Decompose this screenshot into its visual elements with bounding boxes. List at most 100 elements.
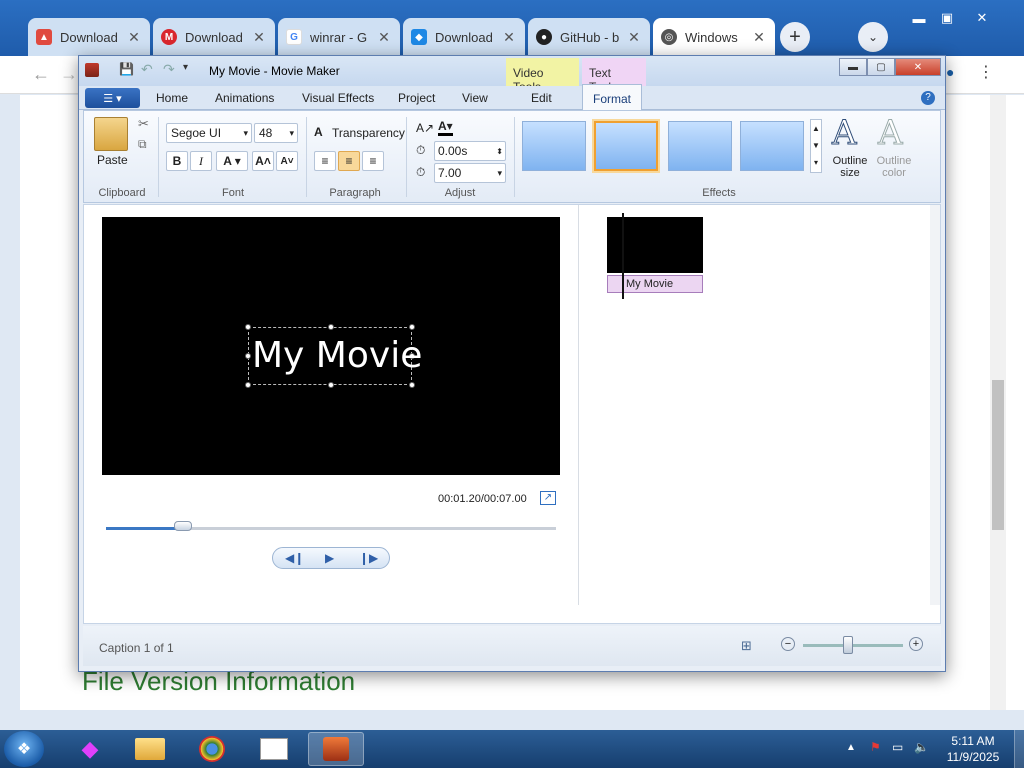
task-list-icon[interactable] (246, 732, 302, 766)
start-time-input[interactable]: 0.00s ⬍ (434, 141, 506, 161)
font-size-select[interactable]: 48 ▾ (254, 123, 298, 143)
previous-frame-icon[interactable]: ◀❙ (285, 551, 304, 565)
duration-select[interactable]: 7.00 ▾ (434, 163, 506, 183)
close-icon[interactable]: ✕ (126, 29, 142, 46)
font-family-select[interactable]: Segoe UI ▾ (166, 123, 252, 143)
chrome-tab-4[interactable]: ◆ Download ✕ (403, 18, 525, 56)
security-flag-icon[interactable]: ⚑ (870, 740, 881, 754)
fullscreen-icon[interactable]: ↗ (540, 491, 556, 505)
chrome-tab-2[interactable]: M Download ✕ (153, 18, 275, 56)
save-icon[interactable]: 💾 (119, 62, 134, 76)
paste-icon[interactable] (94, 117, 128, 151)
preview-monitor[interactable]: My Movie (102, 217, 560, 475)
text-effect-icon[interactable]: A↗ (416, 121, 434, 135)
tab-home[interactable]: Home (156, 91, 188, 105)
outline-size-button[interactable]: Outline size (828, 155, 872, 179)
font-color-button[interactable]: A ▾ (216, 151, 248, 171)
redo-icon[interactable]: ↷ (163, 61, 175, 78)
quick-access-dropdown-icon[interactable]: ▾ (183, 62, 188, 73)
shrink-font-button[interactable]: A˅ (276, 151, 298, 171)
help-icon[interactable]: ? (921, 91, 935, 105)
minimize-button[interactable]: ▬ (906, 8, 932, 28)
maximize-button[interactable]: ▢ (867, 58, 895, 76)
close-icon[interactable]: ✕ (626, 29, 642, 46)
resize-handle[interactable] (245, 353, 251, 359)
zoom-out-icon[interactable]: − (781, 637, 795, 651)
show-desktop-button[interactable] (1014, 730, 1024, 768)
tab-search-button[interactable]: ⌄ (858, 22, 888, 52)
effect-thumbnail-1[interactable] (522, 121, 586, 171)
copy-icon[interactable]: ⧉ (138, 137, 147, 152)
align-left-button[interactable]: ≡ (314, 151, 336, 171)
bold-button[interactable]: B (166, 151, 188, 171)
start-orb[interactable]: ❖ (4, 731, 44, 767)
caption-text[interactable]: My Movie (252, 335, 422, 376)
tab-edit[interactable]: Edit (531, 91, 552, 105)
resize-handle[interactable] (328, 382, 334, 388)
movie-maker-icon[interactable] (308, 732, 364, 766)
close-icon[interactable]: ✕ (376, 29, 392, 46)
cat-app-icon[interactable]: ◆ (62, 732, 118, 766)
close-button[interactable]: ✕ (962, 8, 1002, 28)
tab-animations[interactable]: Animations (215, 91, 274, 105)
zoom-slider-track[interactable] (803, 644, 903, 647)
chrome-tab-3[interactable]: G winrar - G ✕ (278, 18, 400, 56)
zoom-in-icon[interactable]: + (909, 637, 923, 651)
seek-thumb[interactable] (174, 521, 192, 531)
close-icon[interactable]: ✕ (501, 29, 517, 46)
resize-handle[interactable] (245, 382, 251, 388)
storyboard-scrollbar[interactable] (930, 205, 940, 605)
align-center-button[interactable]: ≡ (338, 151, 360, 171)
storyboard-playhead[interactable] (622, 213, 624, 299)
network-icon[interactable]: ▭ (892, 740, 903, 754)
profile-icon[interactable]: ● (946, 64, 954, 80)
chrome-tab-5[interactable]: ● GitHub - b ✕ (528, 18, 650, 56)
chrome-icon[interactable] (184, 732, 240, 766)
paste-button-label[interactable]: Paste (97, 153, 128, 167)
resize-handle[interactable] (409, 382, 415, 388)
transparency-button[interactable]: Transparency (332, 126, 405, 140)
zoom-slider-thumb[interactable] (843, 636, 853, 654)
minimize-button[interactable]: ▬ (839, 58, 867, 76)
play-icon[interactable]: ▶ (325, 551, 334, 565)
thumbnail-size-icon[interactable]: ⊞ (741, 638, 752, 654)
resize-handle[interactable] (245, 324, 251, 330)
volume-icon[interactable]: 🔈 (914, 740, 929, 754)
next-frame-icon[interactable]: ❙▶ (359, 551, 378, 565)
tab-visual-effects[interactable]: Visual Effects (302, 91, 374, 105)
back-icon[interactable]: ← (32, 64, 50, 85)
close-icon[interactable]: ✕ (751, 29, 767, 46)
chrome-tab-6[interactable]: ◎ Windows ✕ (653, 18, 775, 56)
effect-thumbnail-4[interactable] (740, 121, 804, 171)
resize-handle[interactable] (409, 324, 415, 330)
tab-view[interactable]: View (462, 91, 488, 105)
transparency-icon[interactable]: A (314, 125, 323, 139)
show-hidden-icons-icon[interactable]: ▲ (846, 742, 856, 753)
effects-gallery-scroll[interactable]: ▲ ▼ ▾ (810, 119, 822, 173)
chrome-menu-icon[interactable]: ⋮ (978, 62, 994, 82)
file-explorer-icon[interactable] (122, 732, 178, 766)
spinner-icon[interactable]: ⬍ (496, 147, 505, 156)
chrome-tab-1[interactable]: ▲ Download ✕ (28, 18, 150, 56)
undo-icon[interactable]: ↶ (141, 61, 153, 78)
background-color-icon[interactable]: A▾ (438, 119, 453, 136)
tab-project[interactable]: Project (398, 91, 435, 105)
new-tab-button[interactable]: + (780, 22, 810, 52)
clock[interactable]: 5:11 AM 11/9/2025 (942, 733, 1004, 765)
cut-icon[interactable]: ✂ (138, 116, 149, 132)
align-right-button[interactable]: ≡ (362, 151, 384, 171)
effect-thumbnail-2-selected[interactable] (594, 121, 658, 171)
close-button[interactable]: ✕ (895, 58, 941, 76)
page-scrollbar-thumb[interactable] (992, 380, 1004, 530)
close-icon[interactable]: ✕ (251, 29, 267, 46)
grow-font-button[interactable]: A˄ (252, 151, 274, 171)
resize-handle[interactable] (328, 324, 334, 330)
maximize-button[interactable]: ▣ (934, 8, 960, 28)
italic-button[interactable]: I (190, 151, 212, 171)
app-menu-button[interactable]: ☰ ▾ (85, 88, 140, 108)
forward-icon[interactable]: → (60, 64, 78, 85)
pane-divider[interactable] (578, 205, 579, 605)
effect-thumbnail-3[interactable] (668, 121, 732, 171)
tab-format[interactable]: Format (582, 84, 642, 110)
outline-size-icon[interactable]: A (832, 113, 858, 154)
